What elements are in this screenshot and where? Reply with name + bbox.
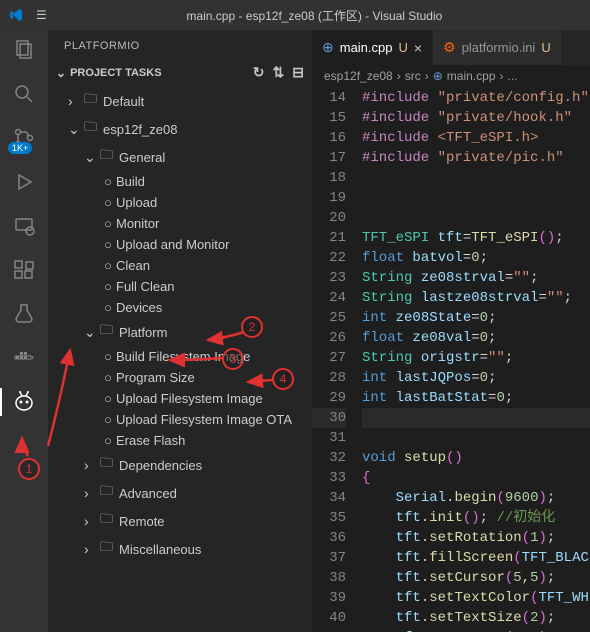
code-content[interactable]: #include "private/config.h"#include "pri… (362, 88, 590, 632)
task-bullet-icon: ○ (100, 216, 116, 231)
task-bullet-icon: ○ (100, 258, 116, 273)
close-icon[interactable]: × (414, 40, 422, 56)
chevron-down-icon: ⌄ (84, 324, 100, 341)
task-bullet-icon: ○ (100, 174, 116, 189)
editor-area: ⊕ main.cpp U × ⚙ platformio.ini U esp12f… (312, 30, 590, 632)
tab-main-cpp[interactable]: ⊕ main.cpp U × (312, 30, 433, 65)
code-editor[interactable]: 1415161718192021222324252627282930313233… (312, 88, 590, 632)
task-bullet-icon: ○ (100, 433, 116, 448)
test-icon[interactable] (12, 302, 36, 326)
task-item[interactable]: ○Build Filesystem Image (48, 346, 312, 367)
cpp-file-icon: ⊕ (433, 69, 443, 83)
sidebar-title: PLATFORMIO (48, 30, 312, 60)
chevron-right-icon: › (84, 457, 100, 473)
refresh-icon[interactable]: ↻ (253, 64, 265, 81)
tree-default[interactable]: › 🗀 Default (48, 87, 312, 115)
task-item[interactable]: ○Upload Filesystem Image (48, 388, 312, 409)
chevron-right-icon: › (84, 485, 100, 501)
chevron-down-icon: ⌄ (84, 149, 100, 166)
scm-badge: 1K+ (8, 142, 32, 154)
task-bullet-icon: ○ (100, 279, 116, 294)
task-bullet-icon: ○ (100, 370, 116, 385)
task-item[interactable]: ○Upload Filesystem Image OTA (48, 409, 312, 430)
chevron-right-icon: › (397, 69, 401, 83)
sidebar: PLATFORMIO ⌄ PROJECT TASKS ↻ ⇅ ⊟ › 🗀 Def… (48, 30, 312, 632)
chevron-right-icon: › (425, 69, 429, 83)
task-item[interactable]: ○Erase Flash (48, 430, 312, 451)
activity-bar: 1K+ (0, 30, 48, 632)
breadcrumb[interactable]: esp12f_ze08 › src › ⊕ main.cpp › ... (312, 65, 590, 88)
task-bullet-icon: ○ (100, 412, 116, 427)
extensions-icon[interactable] (12, 258, 36, 282)
filter-icon[interactable]: ⇅ (273, 64, 285, 81)
task-bullet-icon: ○ (100, 391, 116, 406)
section-label: PROJECT TASKS (70, 67, 161, 79)
folder-icon: 🗀 (100, 146, 113, 168)
tree-project[interactable]: ⌄ 🗀 esp12f_ze08 (48, 115, 312, 143)
chevron-down-icon: ⌄ (56, 66, 66, 80)
task-tree: › 🗀 Default ⌄ 🗀 esp12f_ze08 ⌄ 🗀 General … (48, 85, 312, 565)
cpp-file-icon: ⊕ (322, 39, 334, 56)
folder-icon: 🗀 (84, 90, 97, 112)
docker-icon[interactable] (12, 346, 36, 370)
folder-icon: 🗀 (100, 454, 113, 476)
folder-icon: 🗀 (100, 538, 113, 560)
task-item[interactable]: ○Upload and Monitor (48, 234, 312, 255)
source-control-icon[interactable]: 1K+ (12, 126, 36, 150)
tree-dependencies[interactable]: › 🗀 Dependencies (48, 451, 312, 479)
tree-platform[interactable]: ⌄ 🗀 Platform (48, 318, 312, 346)
remote-icon[interactable] (12, 214, 36, 238)
task-item[interactable]: ○Monitor (48, 213, 312, 234)
platformio-icon[interactable] (12, 390, 36, 414)
collapse-icon[interactable]: ⊟ (292, 64, 304, 81)
tree-general[interactable]: ⌄ 🗀 General (48, 143, 312, 171)
tree-remote[interactable]: › 🗀 Remote (48, 507, 312, 535)
task-bullet-icon: ○ (100, 300, 116, 315)
vscode-logo-icon (8, 7, 24, 23)
folder-icon: 🗀 (100, 482, 113, 504)
task-item[interactable]: ○Program Size (48, 367, 312, 388)
tab-platformio-ini[interactable]: ⚙ platformio.ini U (433, 30, 562, 65)
platformio-file-icon: ⚙ (443, 39, 456, 56)
chevron-right-icon: › (84, 513, 100, 529)
explorer-icon[interactable] (12, 38, 36, 62)
menu-icon[interactable]: ☰ (36, 8, 47, 22)
folder-icon: 🗀 (100, 510, 113, 532)
task-bullet-icon: ○ (100, 195, 116, 210)
task-bullet-icon: ○ (100, 237, 116, 252)
tab-bar: ⊕ main.cpp U × ⚙ platformio.ini U (312, 30, 590, 65)
task-item[interactable]: ○Upload (48, 192, 312, 213)
task-item[interactable]: ○Devices (48, 297, 312, 318)
search-icon[interactable] (12, 82, 36, 106)
chevron-right-icon: › (84, 541, 100, 557)
chevron-down-icon: ⌄ (68, 121, 84, 138)
folder-icon: 🗀 (100, 321, 113, 343)
line-gutter: 1415161718192021222324252627282930313233… (312, 88, 362, 632)
folder-icon: 🗀 (84, 118, 97, 140)
run-debug-icon[interactable] (12, 170, 36, 194)
section-project-tasks[interactable]: ⌄ PROJECT TASKS ↻ ⇅ ⊟ (48, 60, 312, 85)
tree-advanced[interactable]: › 🗀 Advanced (48, 479, 312, 507)
task-item[interactable]: ○Build (48, 171, 312, 192)
chevron-right-icon: › (500, 69, 504, 83)
titlebar: ☰ main.cpp - esp12f_ze08 (工作区) - Visual … (0, 0, 590, 30)
task-item[interactable]: ○Full Clean (48, 276, 312, 297)
window-title: main.cpp - esp12f_ze08 (工作区) - Visual St… (47, 7, 582, 24)
tree-misc[interactable]: › 🗀 Miscellaneous (48, 535, 312, 563)
task-bullet-icon: ○ (100, 349, 116, 364)
task-item[interactable]: ○Clean (48, 255, 312, 276)
chevron-right-icon: › (68, 93, 84, 109)
